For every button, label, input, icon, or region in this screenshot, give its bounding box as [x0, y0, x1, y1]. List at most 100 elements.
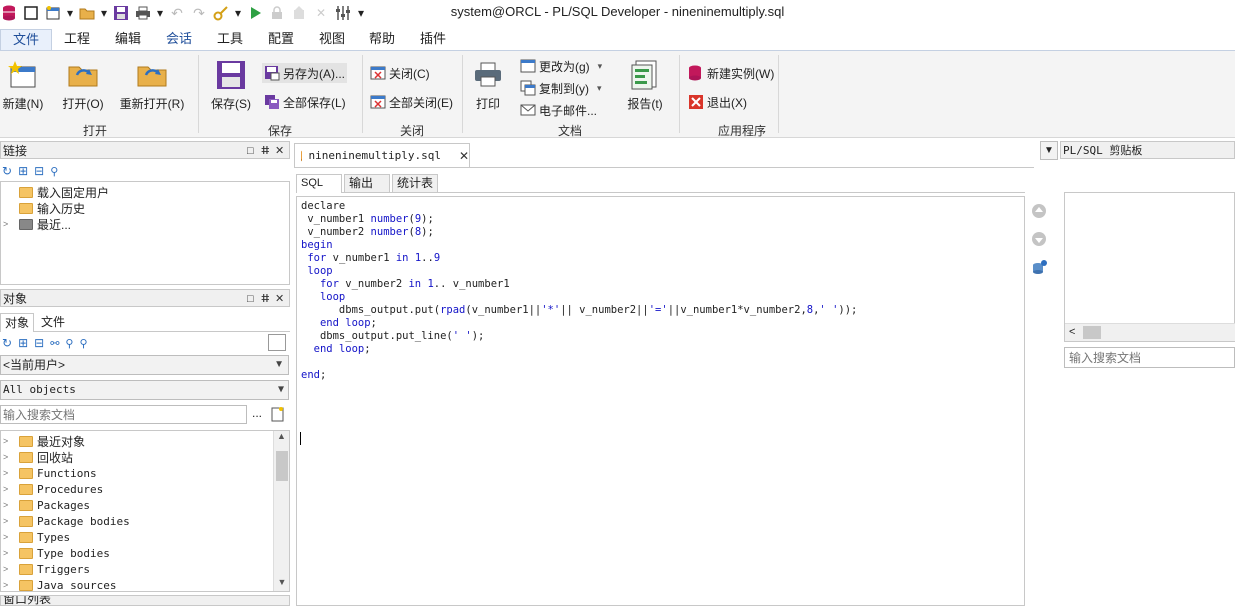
search-options-button[interactable]: ...	[252, 406, 262, 420]
chevron-right-icon[interactable]: >	[3, 532, 17, 542]
new-document-icon[interactable]	[271, 406, 285, 425]
tab-session[interactable]: 会话	[154, 29, 204, 50]
code-line: dbms_output.put(rpad(v_number1||'*'|| v_…	[301, 304, 858, 316]
email-label: 电子邮件...	[539, 103, 598, 118]
object-search-input[interactable]	[0, 405, 247, 424]
scroll-up-icon[interactable]: ▲	[274, 431, 289, 441]
save-all-button[interactable]: 全部保存(L)	[262, 92, 348, 112]
connect-icon[interactable]: ⚲	[79, 337, 87, 350]
tree-item[interactable]: > Functions	[3, 465, 97, 481]
tab-objects[interactable]: 对象	[0, 313, 34, 332]
editor-tab[interactable]: nineninemultiply.sql ✕	[294, 143, 470, 167]
scroll-down-circle-icon[interactable]	[1031, 231, 1047, 250]
save-button[interactable]: 保存(S)	[208, 59, 254, 112]
tree-item-label: 最近...	[37, 217, 72, 232]
panel-dock-icon[interactable]: □	[247, 290, 254, 308]
refresh-icon[interactable]: ↻	[2, 164, 12, 178]
connections-toolbar: ↻ ⊞ ⊟ ⚲	[0, 162, 290, 180]
find-icon[interactable]: ⚯	[50, 337, 59, 350]
chevron-right-icon[interactable]: >	[3, 484, 17, 494]
sql-file-icon	[301, 149, 303, 162]
tab-plugins[interactable]: 插件	[408, 29, 458, 50]
panel-close-icon[interactable]: ✕	[275, 142, 284, 160]
tree-item[interactable]: > Packages	[3, 497, 90, 513]
connect-icon[interactable]: ⚲	[50, 165, 58, 178]
report-button[interactable]: 报告(t)	[620, 59, 670, 112]
tab-close-icon[interactable]: ✕	[459, 149, 469, 163]
tree-item[interactable]: > Procedures	[3, 481, 103, 497]
tree-item-label: Package bodies	[37, 514, 130, 528]
tab-help[interactable]: 帮助	[357, 29, 407, 50]
clipboard-search-input[interactable]	[1064, 347, 1235, 368]
tree-item-recent[interactable]: > 最近...	[3, 216, 71, 232]
subtab-sql[interactable]: SQL	[296, 174, 342, 193]
scroll-up-circle-icon[interactable]	[1031, 203, 1047, 222]
tab-tools[interactable]: 工具	[205, 29, 255, 50]
tree-item-history[interactable]: 输入历史	[7, 200, 85, 216]
filter-icon[interactable]: ⚲	[65, 337, 73, 350]
subtab-output[interactable]: 输出	[344, 174, 390, 193]
tab-files[interactable]: 文件	[36, 313, 70, 332]
panel-close-icon[interactable]: ✕	[275, 290, 284, 308]
tree-item[interactable]: > Package bodies	[3, 513, 130, 529]
scroll-down-icon[interactable]: ▼	[274, 577, 289, 587]
scroll-left-icon[interactable]: <	[1069, 326, 1075, 338]
collapse-icon[interactable]: ⊟	[34, 336, 44, 350]
tree-item[interactable]: > 回收站	[3, 449, 73, 465]
window-list-title: 窗口列表	[3, 595, 52, 606]
expand-icon[interactable]: ⊞	[18, 164, 28, 178]
user-combo[interactable]: <当前用户> ▼	[0, 355, 289, 375]
database-info-icon[interactable]	[1031, 259, 1047, 278]
tab-config[interactable]: 配置	[256, 29, 306, 50]
scroll-thumb[interactable]	[1083, 326, 1101, 339]
object-type-combo[interactable]: All objects ▼	[0, 380, 289, 400]
chevron-right-icon[interactable]: >	[3, 452, 17, 462]
refresh-icon[interactable]: ↻	[2, 336, 12, 350]
change-to-button[interactable]: 更改为(g) ▾	[518, 56, 604, 76]
new-button[interactable]: 新建(N)	[2, 59, 44, 112]
tab-edit[interactable]: 编辑	[103, 29, 153, 50]
exit-button[interactable]: 退出(X)	[686, 92, 749, 112]
save-as-icon	[265, 66, 280, 81]
tree-item[interactable]: > 最近对象	[3, 433, 85, 449]
scroll-thumb[interactable]	[276, 451, 288, 481]
chevron-right-icon[interactable]: >	[3, 564, 17, 574]
subtab-statistics[interactable]: 统计表	[392, 174, 438, 193]
tab-view[interactable]: 视图	[307, 29, 357, 50]
expand-icon[interactable]: ⊞	[18, 336, 28, 350]
panel-dock-icon[interactable]: □	[247, 142, 254, 160]
open-button[interactable]: 打开(O)	[58, 59, 108, 112]
chevron-right-icon[interactable]: >	[3, 580, 17, 590]
print-button[interactable]: 打印	[470, 59, 506, 112]
tree-item[interactable]: > Type bodies	[3, 545, 110, 561]
new-instance-button[interactable]: 新建实例(W)	[686, 63, 776, 83]
copy-to-button[interactable]: 复制到(y) ▾	[518, 78, 604, 98]
email-button[interactable]: 电子邮件...	[518, 100, 599, 120]
tree-item[interactable]: > Triggers	[3, 561, 90, 577]
panel-pin-icon[interactable]: ⵌ	[261, 142, 270, 160]
sql-editor[interactable]: declare v_number1 number(9); v_number2 n…	[296, 196, 1025, 606]
collapse-icon[interactable]: ⊟	[34, 164, 44, 178]
chevron-right-icon[interactable]: >	[3, 500, 17, 510]
tab-file[interactable]: 文件	[0, 29, 53, 50]
panel-pin-icon[interactable]: ⵌ	[261, 290, 270, 308]
tab-project[interactable]: 工程	[52, 29, 102, 50]
chevron-right-icon[interactable]: >	[3, 468, 17, 478]
chevron-right-icon[interactable]: >	[3, 516, 17, 526]
reopen-button[interactable]: 重新打开(R)	[116, 59, 188, 112]
checkbox-square[interactable]	[268, 334, 286, 351]
chevron-right-icon[interactable]: >	[3, 219, 17, 229]
chevron-right-icon[interactable]: >	[3, 548, 17, 558]
tree-item[interactable]: > Java sources	[3, 577, 116, 592]
clipboard-dropdown-icon[interactable]: ▼	[1040, 141, 1058, 160]
clipboard-hscrollbar[interactable]: <	[1065, 323, 1235, 341]
chevron-right-icon[interactable]: >	[3, 436, 17, 446]
close-all-button[interactable]: 全部关闭(E)	[368, 92, 455, 112]
save-as-button[interactable]: 另存为(A)...	[262, 63, 347, 83]
close-button[interactable]: 关闭(C)	[368, 63, 432, 83]
tree-item-fixed-users[interactable]: 载入固定用户	[7, 184, 109, 200]
code-line: v_number2 number(8);	[301, 226, 434, 238]
doc-group-label: 文档	[557, 124, 582, 138]
tree-item[interactable]: > Types	[3, 529, 70, 545]
tree-scrollbar[interactable]: ▲ ▼	[273, 431, 289, 591]
